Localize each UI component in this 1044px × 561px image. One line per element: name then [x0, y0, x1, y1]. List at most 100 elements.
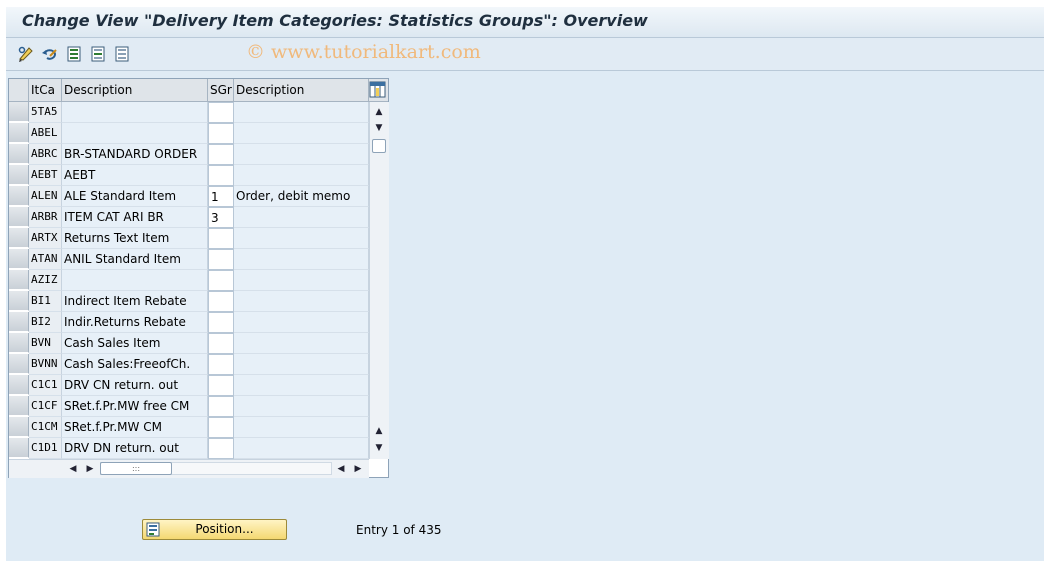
- cell-sgr-input[interactable]: [208, 354, 234, 375]
- cell-itca: C1D1: [29, 438, 62, 459]
- cell-description-2: [234, 228, 369, 249]
- display-change-icon[interactable]: [16, 44, 36, 64]
- row-selector[interactable]: [9, 438, 29, 458]
- row-selector[interactable]: [9, 123, 29, 143]
- row-selector[interactable]: [9, 249, 29, 269]
- cell-sgr-input[interactable]: [208, 165, 234, 186]
- cell-itca: BI2: [29, 312, 62, 333]
- scroll-up-page-icon[interactable]: ▲: [373, 425, 385, 437]
- position-button[interactable]: Position...: [142, 519, 287, 540]
- column-header-sgr[interactable]: SGr: [208, 79, 234, 101]
- cell-description-2: [234, 102, 369, 123]
- cell-itca: ABEL: [29, 123, 62, 144]
- scroll-right-page-icon[interactable]: ▶: [84, 463, 96, 475]
- table-row: BI2 Indir.Returns Rebate: [9, 312, 369, 333]
- cell-description: Returns Text Item: [62, 228, 208, 249]
- table-row: ATAN ANIL Standard Item: [9, 249, 369, 270]
- cell-description-2: [234, 123, 369, 144]
- cell-description: SRet.f.Pr.MW free CM: [62, 396, 208, 417]
- cell-sgr-input[interactable]: [208, 375, 234, 396]
- select-block-icon[interactable]: [88, 44, 108, 64]
- cell-description: [62, 123, 208, 144]
- page-title: Change View "Delivery Item Categories: S…: [22, 11, 648, 30]
- cell-description-2: Order, debit memo: [234, 186, 369, 207]
- app-window: Change View "Delivery Item Categories: S…: [6, 7, 1044, 561]
- row-selector[interactable]: [9, 186, 29, 206]
- cell-sgr-input[interactable]: [208, 123, 234, 144]
- cell-sgr-input[interactable]: [208, 333, 234, 354]
- row-selector[interactable]: [9, 102, 29, 122]
- cell-sgr-input[interactable]: [208, 396, 234, 417]
- row-selector[interactable]: [9, 291, 29, 311]
- watermark: © www.tutorialkart.com: [246, 41, 481, 63]
- cell-itca: ATAN: [29, 249, 62, 270]
- cell-description: ALE Standard Item: [62, 186, 208, 207]
- row-selector[interactable]: [9, 165, 29, 185]
- scroll-left-icon[interactable]: ◀: [67, 463, 79, 475]
- cell-description-2: [234, 207, 369, 228]
- row-selector[interactable]: [9, 333, 29, 353]
- cell-description-2: [234, 312, 369, 333]
- row-selector[interactable]: [9, 144, 29, 164]
- cell-itca: ARBR: [29, 207, 62, 228]
- table-row: ABEL: [9, 123, 369, 144]
- row-selector[interactable]: [9, 228, 29, 248]
- row-selector[interactable]: [9, 396, 29, 416]
- cell-description: [62, 270, 208, 291]
- scroll-right-icon[interactable]: ▶: [352, 463, 364, 475]
- cell-sgr-input[interactable]: [208, 312, 234, 333]
- horizontal-scroll-thumb[interactable]: :::: [100, 462, 172, 475]
- cell-sgr-input[interactable]: [208, 228, 234, 249]
- table-row: BI1 Indirect Item Rebate: [9, 291, 369, 312]
- cell-description-2: [234, 375, 369, 396]
- deselect-all-icon[interactable]: [112, 44, 132, 64]
- table-body: 5TA5 ABEL ABRC BR-STANDARD ORDER AEBT AEBT ALE…: [9, 102, 369, 459]
- table-settings-icon[interactable]: [369, 81, 386, 98]
- row-selector[interactable]: [9, 312, 29, 332]
- cell-sgr-input[interactable]: [208, 102, 234, 123]
- column-header-description-2[interactable]: Description: [234, 79, 369, 101]
- application-toolbar: © www.tutorialkart.com: [6, 38, 1044, 71]
- select-all-rows-cell[interactable]: [9, 79, 29, 101]
- cell-sgr-input[interactable]: [208, 291, 234, 312]
- horizontal-scrollbar[interactable]: ◀ ▶ ::: ◀ ▶: [9, 459, 369, 478]
- cell-description-2: [234, 270, 369, 291]
- vertical-scrollbar[interactable]: ▲ ▼ ▲ ▼: [369, 102, 389, 459]
- undo-icon[interactable]: [40, 44, 60, 64]
- table-row: AEBT AEBT: [9, 165, 369, 186]
- row-selector[interactable]: [9, 207, 29, 227]
- table-row: ARTX Returns Text Item: [9, 228, 369, 249]
- cell-description: ANIL Standard Item: [62, 249, 208, 270]
- cell-itca: AEBT: [29, 165, 62, 186]
- cell-sgr-input[interactable]: [208, 270, 234, 291]
- table-row: AZIZ: [9, 270, 369, 291]
- cell-description-2: [234, 249, 369, 270]
- select-all-icon[interactable]: [64, 44, 84, 64]
- table-row: C1CF SRet.f.Pr.MW free CM: [9, 396, 369, 417]
- table-row: BVN Cash Sales Item: [9, 333, 369, 354]
- vertical-scroll-thumb[interactable]: [372, 139, 386, 153]
- scroll-down-icon[interactable]: ▼: [373, 442, 385, 454]
- column-header-itca[interactable]: ItCa: [29, 79, 62, 101]
- table-row: ARBR ITEM CAT ARI BR 3: [9, 207, 369, 228]
- row-selector[interactable]: [9, 417, 29, 437]
- cell-description: Cash Sales Item: [62, 333, 208, 354]
- scroll-left-page-icon[interactable]: ◀: [335, 463, 347, 475]
- cell-sgr-input[interactable]: 3: [208, 207, 234, 228]
- cell-sgr-input[interactable]: [208, 249, 234, 270]
- row-selector[interactable]: [9, 354, 29, 374]
- cell-description: Indirect Item Rebate: [62, 291, 208, 312]
- cell-sgr-input[interactable]: 1: [208, 186, 234, 207]
- cell-itca: BI1: [29, 291, 62, 312]
- cell-sgr-input[interactable]: [208, 438, 234, 459]
- row-selector[interactable]: [9, 270, 29, 290]
- column-header-description[interactable]: Description: [62, 79, 208, 101]
- cell-sgr-input[interactable]: [208, 417, 234, 438]
- scroll-down-page-icon[interactable]: ▼: [373, 122, 385, 134]
- scroll-up-icon[interactable]: ▲: [373, 106, 385, 118]
- row-selector[interactable]: [9, 375, 29, 395]
- cell-description: DRV DN return. out: [62, 438, 208, 459]
- cell-description-2: [234, 417, 369, 438]
- cell-sgr-input[interactable]: [208, 144, 234, 165]
- cell-description: ITEM CAT ARI BR: [62, 207, 208, 228]
